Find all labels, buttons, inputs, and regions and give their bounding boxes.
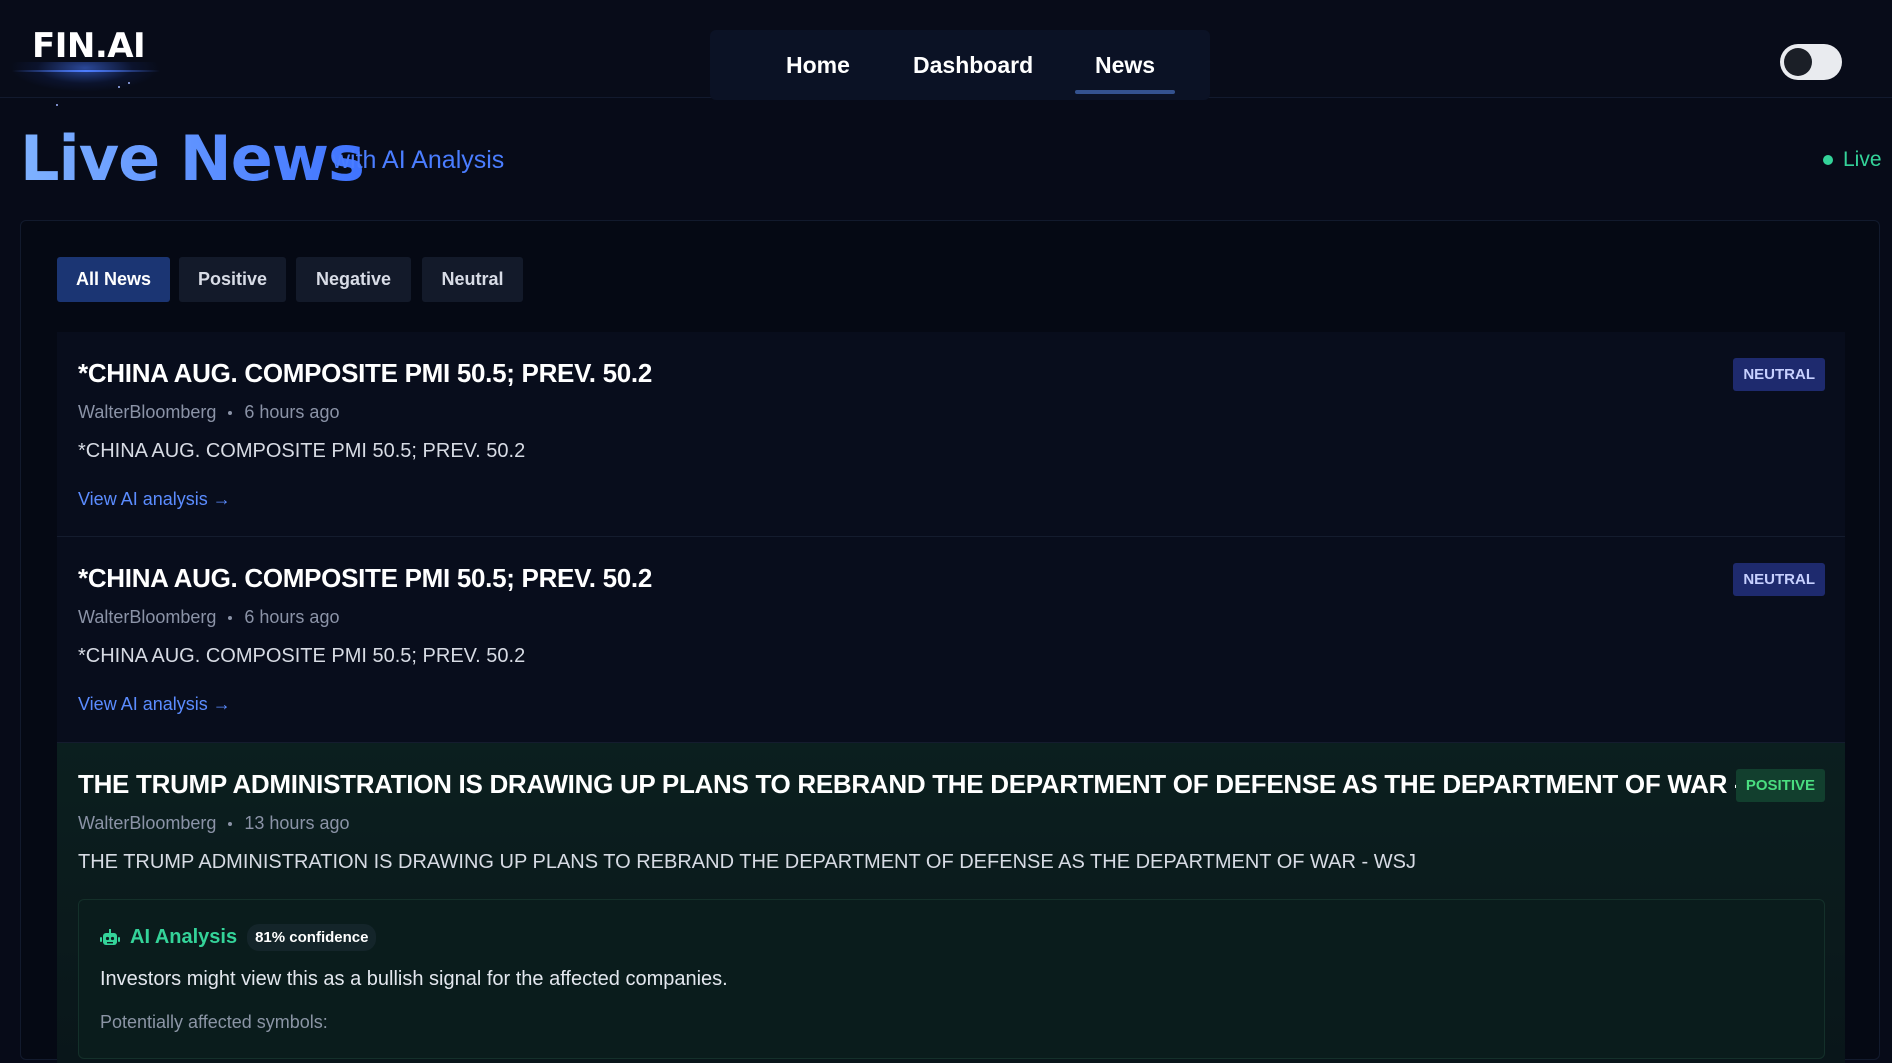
ai-analysis-box: AI Analysis 81% confidence Investors mig… <box>78 899 1825 1059</box>
toggle-knob <box>1784 48 1812 76</box>
sentiment-badge: POSITIVE <box>1735 769 1825 802</box>
news-meta: WalterBloomberg 6 hours ago <box>78 402 339 423</box>
confidence-badge: 81% confidence <box>247 924 377 951</box>
robot-icon <box>100 928 120 945</box>
filter-positive[interactable]: Positive <box>179 257 286 302</box>
sentiment-badge: NEUTRAL <box>1733 358 1825 391</box>
logo-sparkle <box>128 82 130 84</box>
live-dot-icon <box>1823 155 1833 165</box>
news-title[interactable]: *CHINA AUG. COMPOSITE PMI 50.5; PREV. 50… <box>78 358 652 389</box>
logo-sparkle <box>118 86 120 88</box>
theme-toggle[interactable] <box>1780 44 1842 80</box>
news-card[interactable]: *CHINA AUG. COMPOSITE PMI 50.5; PREV. 50… <box>57 537 1845 743</box>
logo-glow <box>10 62 160 92</box>
view-ai-analysis-link[interactable]: View AI analysis → <box>78 489 231 510</box>
news-meta: WalterBloomberg 13 hours ago <box>78 813 349 834</box>
separator-dot-icon <box>228 821 233 826</box>
news-source: WalterBloomberg <box>78 402 217 422</box>
news-title[interactable]: *CHINA AUG. COMPOSITE PMI 50.5; PREV. 50… <box>78 563 652 594</box>
logo-sparkle <box>56 104 58 106</box>
separator-dot-icon <box>228 410 233 415</box>
view-ai-analysis-link[interactable]: View AI analysis → <box>78 694 231 715</box>
news-body: *CHINA AUG. COMPOSITE PMI 50.5; PREV. 50… <box>78 440 526 462</box>
news-time: 6 hours ago <box>244 402 340 422</box>
live-indicator: Live <box>1823 148 1882 172</box>
nav-dashboard[interactable]: Dashboard <box>913 52 1033 79</box>
news-title[interactable]: THE TRUMP ADMINISTRATION IS DRAWING UP P… <box>78 769 1805 800</box>
news-card[interactable]: *CHINA AUG. COMPOSITE PMI 50.5; PREV. 50… <box>57 332 1845 537</box>
news-time: 13 hours ago <box>244 813 350 833</box>
news-panel: All News Positive Negative Neutral *CHIN… <box>20 220 1880 1063</box>
separator-dot-icon <box>228 615 233 620</box>
ai-analysis-header: AI Analysis 81% confidence <box>100 924 377 951</box>
news-card[interactable]: THE TRUMP ADMINISTRATION IS DRAWING UP P… <box>57 743 1845 1063</box>
nav-news[interactable]: News <box>1095 52 1155 79</box>
filter-negative[interactable]: Negative <box>296 257 411 302</box>
page-title: Live News <box>20 122 365 195</box>
ai-analysis-label: AI Analysis <box>130 926 238 948</box>
page-subtitle: with AI Analysis <box>332 146 505 174</box>
news-time: 6 hours ago <box>244 607 340 627</box>
ai-analysis-text: Investors might view this as a bullish s… <box>100 968 728 990</box>
news-meta: WalterBloomberg 6 hours ago <box>78 607 339 628</box>
logo-underline <box>12 70 160 72</box>
top-navbar: FIN.AI Home Dashboard News <box>0 0 1892 106</box>
news-source: WalterBloomberg <box>78 813 217 833</box>
filter-neutral[interactable]: Neutral <box>422 257 523 302</box>
sentiment-badge: NEUTRAL <box>1733 563 1825 596</box>
filter-all-news[interactable]: All News <box>57 257 170 302</box>
affected-symbols-label: Potentially affected symbols: <box>100 1012 328 1032</box>
news-body: THE TRUMP ADMINISTRATION IS DRAWING UP P… <box>78 851 1416 873</box>
news-source: WalterBloomberg <box>78 607 217 627</box>
logo[interactable]: FIN.AI <box>32 26 146 66</box>
nav-active-indicator <box>1075 90 1175 94</box>
news-body: *CHINA AUG. COMPOSITE PMI 50.5; PREV. 50… <box>78 645 526 667</box>
live-label: Live <box>1843 148 1882 171</box>
nav-home[interactable]: Home <box>786 52 850 79</box>
